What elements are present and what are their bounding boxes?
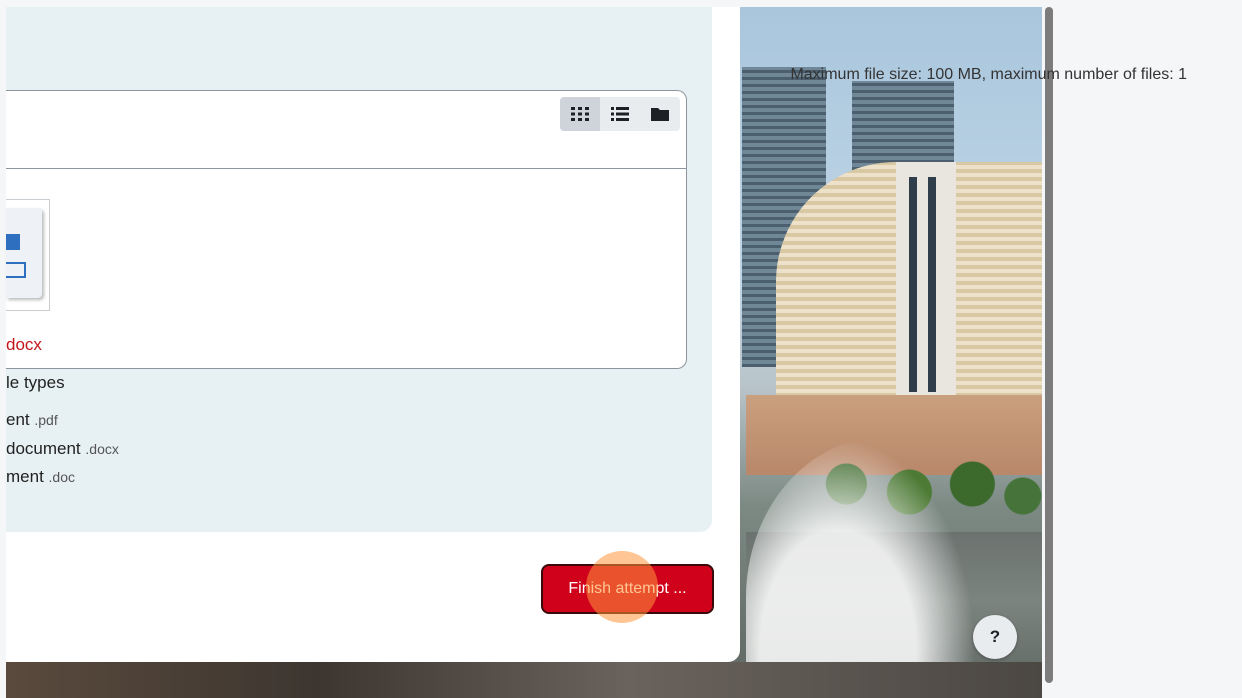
grid-view-icon[interactable] bbox=[560, 97, 600, 131]
help-button[interactable]: ? bbox=[973, 615, 1017, 659]
fountain bbox=[746, 437, 976, 698]
max-file-info: Maximum file size: 100 MB, maximum numbe… bbox=[790, 66, 1187, 83]
type-ext: .pdf bbox=[34, 412, 58, 428]
accepted-type-item: document .docx bbox=[6, 439, 119, 459]
file-picker[interactable] bbox=[6, 90, 687, 369]
uploaded-file-name[interactable]: docx bbox=[6, 335, 42, 355]
photo-bottom-strip bbox=[6, 662, 1042, 698]
doc-glyph bbox=[6, 234, 20, 250]
accepted-type-item: ment .doc bbox=[6, 467, 75, 487]
type-label: ment bbox=[6, 467, 44, 486]
right-pane bbox=[1054, 7, 1242, 698]
doc-glyph bbox=[6, 262, 26, 278]
page-scrollbar[interactable] bbox=[1045, 7, 1053, 683]
list-view-icon[interactable] bbox=[600, 97, 640, 131]
hotel-stripe bbox=[909, 177, 917, 392]
file-picker-toolbar bbox=[6, 91, 686, 169]
type-ext: .docx bbox=[85, 441, 119, 457]
finish-attempt-button[interactable]: Finish attempt ... bbox=[541, 564, 714, 614]
hotel-slab bbox=[896, 162, 956, 397]
accepted-types-heading: le types bbox=[6, 373, 65, 392]
view-switcher bbox=[560, 97, 680, 131]
type-ext: .doc bbox=[48, 469, 75, 485]
hotel-stripe bbox=[928, 177, 936, 392]
word-document-icon bbox=[6, 208, 42, 298]
accepted-type-item: ent .pdf bbox=[6, 410, 58, 430]
folder-view-icon[interactable] bbox=[640, 97, 680, 131]
file-thumbnail[interactable] bbox=[6, 199, 50, 311]
type-label: ent bbox=[6, 410, 30, 429]
type-label: document bbox=[6, 439, 81, 458]
